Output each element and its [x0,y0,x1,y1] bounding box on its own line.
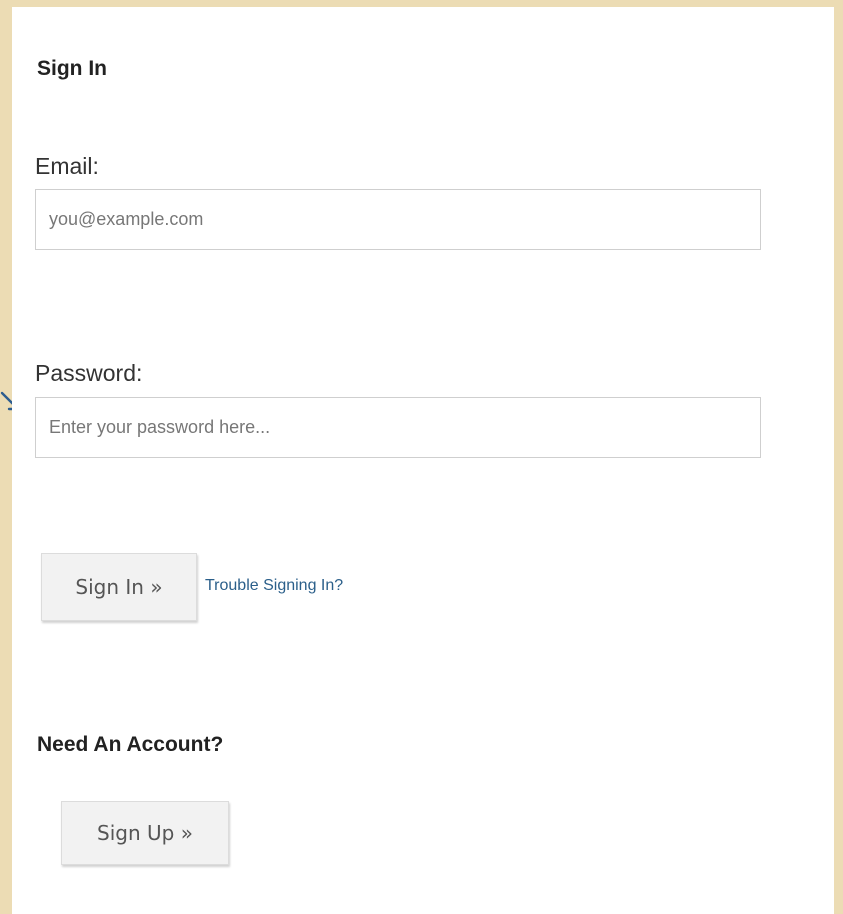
page-background: Sign In Email: Password: Sign In » Troub… [0,0,843,914]
signin-title: Sign In [37,57,107,80]
email-label: Email: [35,153,99,179]
password-field[interactable] [35,397,761,458]
email-field[interactable] [35,189,761,250]
need-account-title: Need An Account? [37,733,224,756]
signin-panel: Sign In Email: Password: Sign In » Troub… [12,7,834,914]
signup-button[interactable]: Sign Up » [61,801,229,865]
signin-button[interactable]: Sign In » [41,553,197,621]
trouble-signing-in-link[interactable]: Trouble Signing In? [205,577,343,595]
password-label: Password: [35,360,143,386]
